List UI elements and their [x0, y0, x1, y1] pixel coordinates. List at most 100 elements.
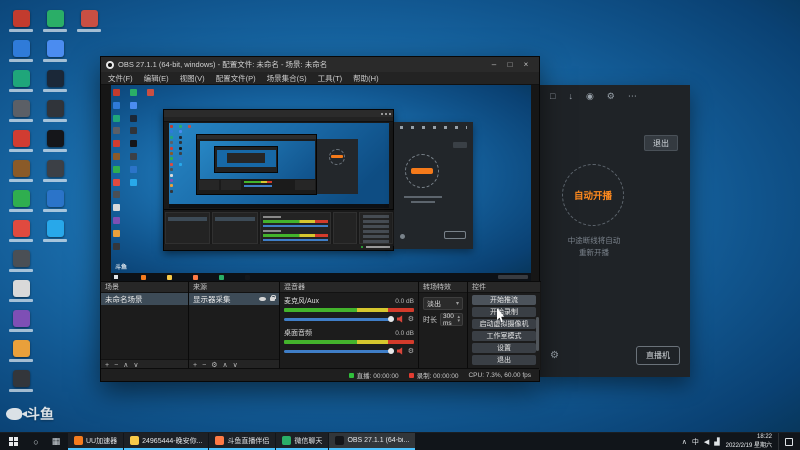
- desktop-icon[interactable]: [6, 310, 36, 332]
- monitor-icon[interactable]: □: [550, 91, 555, 102]
- record-status: 录制: 00:00:00: [408, 370, 458, 380]
- desktop-icon-label: [43, 179, 67, 182]
- desktop-icon[interactable]: [40, 10, 70, 32]
- menu-item[interactable]: 场景集合(S): [267, 73, 307, 84]
- minimize-button[interactable]: –: [486, 60, 502, 69]
- control-button[interactable]: 退出: [472, 355, 536, 365]
- exit-button[interactable]: 退出: [644, 135, 678, 151]
- obs-preview-canvas[interactable]: 斗鱼: [111, 85, 531, 281]
- mini-desktop-icon: [170, 130, 173, 134]
- menu-item[interactable]: 文件(F): [108, 73, 133, 84]
- taskbar-app-button[interactable]: UU加速器: [68, 433, 124, 450]
- control-button[interactable]: 开始录制: [472, 307, 536, 317]
- live-machine-button[interactable]: 直播机: [636, 346, 680, 365]
- controls-body: 开始推流开始录制启动虚拟摄像机 工作室模式设置退出: [468, 293, 540, 370]
- notification-center-button[interactable]: [778, 433, 797, 450]
- control-button[interactable]: 开始推流: [472, 295, 536, 305]
- desktop-icon[interactable]: [6, 370, 36, 392]
- menu-item[interactable]: 配置文件(P): [216, 73, 256, 84]
- start-button[interactable]: [0, 433, 26, 450]
- desktop-icon[interactable]: [40, 190, 70, 212]
- mixer-channel-header: 麦克风/Aux 0.0 dB: [284, 296, 414, 306]
- settings-gear-icon[interactable]: ⚙: [550, 350, 559, 361]
- visibility-eye-icon[interactable]: [259, 296, 266, 302]
- duration-spinbox[interactable]: 300 ms ▴ ▾: [440, 312, 463, 327]
- desktop-icon-label: [9, 119, 33, 122]
- taskbar-app-button[interactable]: OBS 27.1.1 (64-bi...: [329, 433, 416, 450]
- duration-value: 300 ms: [443, 312, 454, 327]
- menu-item[interactable]: 编辑(E): [144, 73, 169, 84]
- desktop-icon[interactable]: [40, 40, 70, 62]
- controls-scrollbar[interactable]: [536, 317, 539, 351]
- channel-settings-icon[interactable]: ⚙: [408, 348, 414, 355]
- channel-settings-icon[interactable]: ⚙: [408, 316, 414, 323]
- desktop-icon[interactable]: [6, 190, 36, 212]
- control-button[interactable]: 工作室模式: [472, 331, 536, 341]
- desktop-icon[interactable]: [6, 130, 36, 152]
- user-icon[interactable]: ◉: [586, 91, 594, 102]
- volume-slider[interactable]: [284, 347, 394, 354]
- taskbar-app-button[interactable]: 微信聊天: [276, 433, 329, 450]
- menu-item[interactable]: 视图(V): [180, 73, 205, 84]
- transitions-dock-title[interactable]: 转场特效: [419, 282, 467, 293]
- desktop-icon[interactable]: [40, 220, 70, 242]
- menu-item[interactable]: 帮助(H): [353, 73, 378, 84]
- mini-desktop-icon: [130, 165, 137, 173]
- desktop-icon[interactable]: [6, 340, 36, 362]
- search-icon[interactable]: ○: [26, 437, 46, 447]
- desktop-icon[interactable]: [40, 130, 70, 152]
- desktop-icon-label: [43, 209, 67, 212]
- auto-start-hint: 中途断线将自动 重新开播: [540, 235, 648, 259]
- task-view-icon[interactable]: ▦: [46, 436, 66, 447]
- desktop-icon[interactable]: [74, 10, 104, 32]
- desktop-icon[interactable]: [40, 100, 70, 122]
- menu-item[interactable]: 工具(T): [318, 73, 343, 84]
- scene-item[interactable]: 未命名场景: [101, 293, 188, 305]
- taskbar-clock[interactable]: 18:22 2022/2/19 星期六: [726, 433, 772, 450]
- maximize-button[interactable]: □: [502, 60, 518, 69]
- scenes-dock-title[interactable]: 场景: [101, 282, 188, 293]
- desktop-icon[interactable]: [6, 220, 36, 242]
- mini-desktop-icon: [130, 178, 137, 186]
- taskbar-app-button[interactable]: 斗鱼直播伴侣: [209, 433, 276, 450]
- network-icon[interactable]: ▟: [714, 438, 719, 446]
- download-icon[interactable]: ↓: [568, 91, 573, 102]
- gear-icon[interactable]: ⚙: [607, 91, 615, 102]
- desktop-icon[interactable]: [6, 70, 36, 92]
- mute-speaker-icon[interactable]: [396, 315, 403, 323]
- sources-dock-title[interactable]: 来源: [189, 282, 279, 293]
- chevron-up-icon[interactable]: ∧: [682, 438, 687, 446]
- spinner-arrows-icon[interactable]: ▴ ▾: [457, 315, 460, 323]
- desktop-icon[interactable]: [6, 280, 36, 302]
- more-icon[interactable]: ⋯: [628, 91, 637, 102]
- desktop-app-icon: [12, 190, 30, 207]
- desktop-app-icon: [12, 100, 30, 117]
- desktop-icon[interactable]: [40, 70, 70, 92]
- transition-select[interactable]: 淡出 ▾: [423, 297, 463, 310]
- control-button[interactable]: 启动虚拟摄像机: [472, 319, 536, 329]
- obs-titlebar[interactable]: OBS 27.1.1 (64-bit, windows) - 配置文件: 未命名…: [101, 57, 539, 72]
- volume-slider-knob[interactable]: [387, 315, 394, 322]
- mini-taskbar-icon: [193, 274, 198, 280]
- volume-slider-knob[interactable]: [387, 347, 394, 354]
- desktop-icon[interactable]: [6, 10, 36, 32]
- mixer-dock-title[interactable]: 混音器: [280, 282, 418, 293]
- taskbar-app-button[interactable]: 24965444-晚安你...: [124, 433, 209, 450]
- desktop-icon[interactable]: [6, 100, 36, 122]
- close-button[interactable]: ×: [518, 60, 534, 69]
- lock-icon[interactable]: [270, 294, 276, 301]
- desktop-icon[interactable]: [6, 160, 36, 182]
- desktop-icon[interactable]: [6, 250, 36, 272]
- mini-desktop-icon: [170, 152, 173, 155]
- mute-speaker-icon[interactable]: [396, 347, 403, 355]
- desktop-icon[interactable]: [6, 40, 36, 62]
- source-item[interactable]: 显示器采集: [189, 293, 279, 305]
- volume-slider[interactable]: [284, 315, 394, 322]
- volume-icon[interactable]: ◀: [704, 438, 709, 446]
- desktop-icon[interactable]: [40, 160, 70, 182]
- ime-indicator[interactable]: 中: [692, 437, 699, 447]
- mini-desktop-icon: [170, 125, 173, 128]
- auto-start-button[interactable]: 自动开播: [574, 188, 612, 202]
- controls-dock-title[interactable]: 控件: [468, 282, 540, 293]
- control-button[interactable]: 设置: [472, 343, 536, 353]
